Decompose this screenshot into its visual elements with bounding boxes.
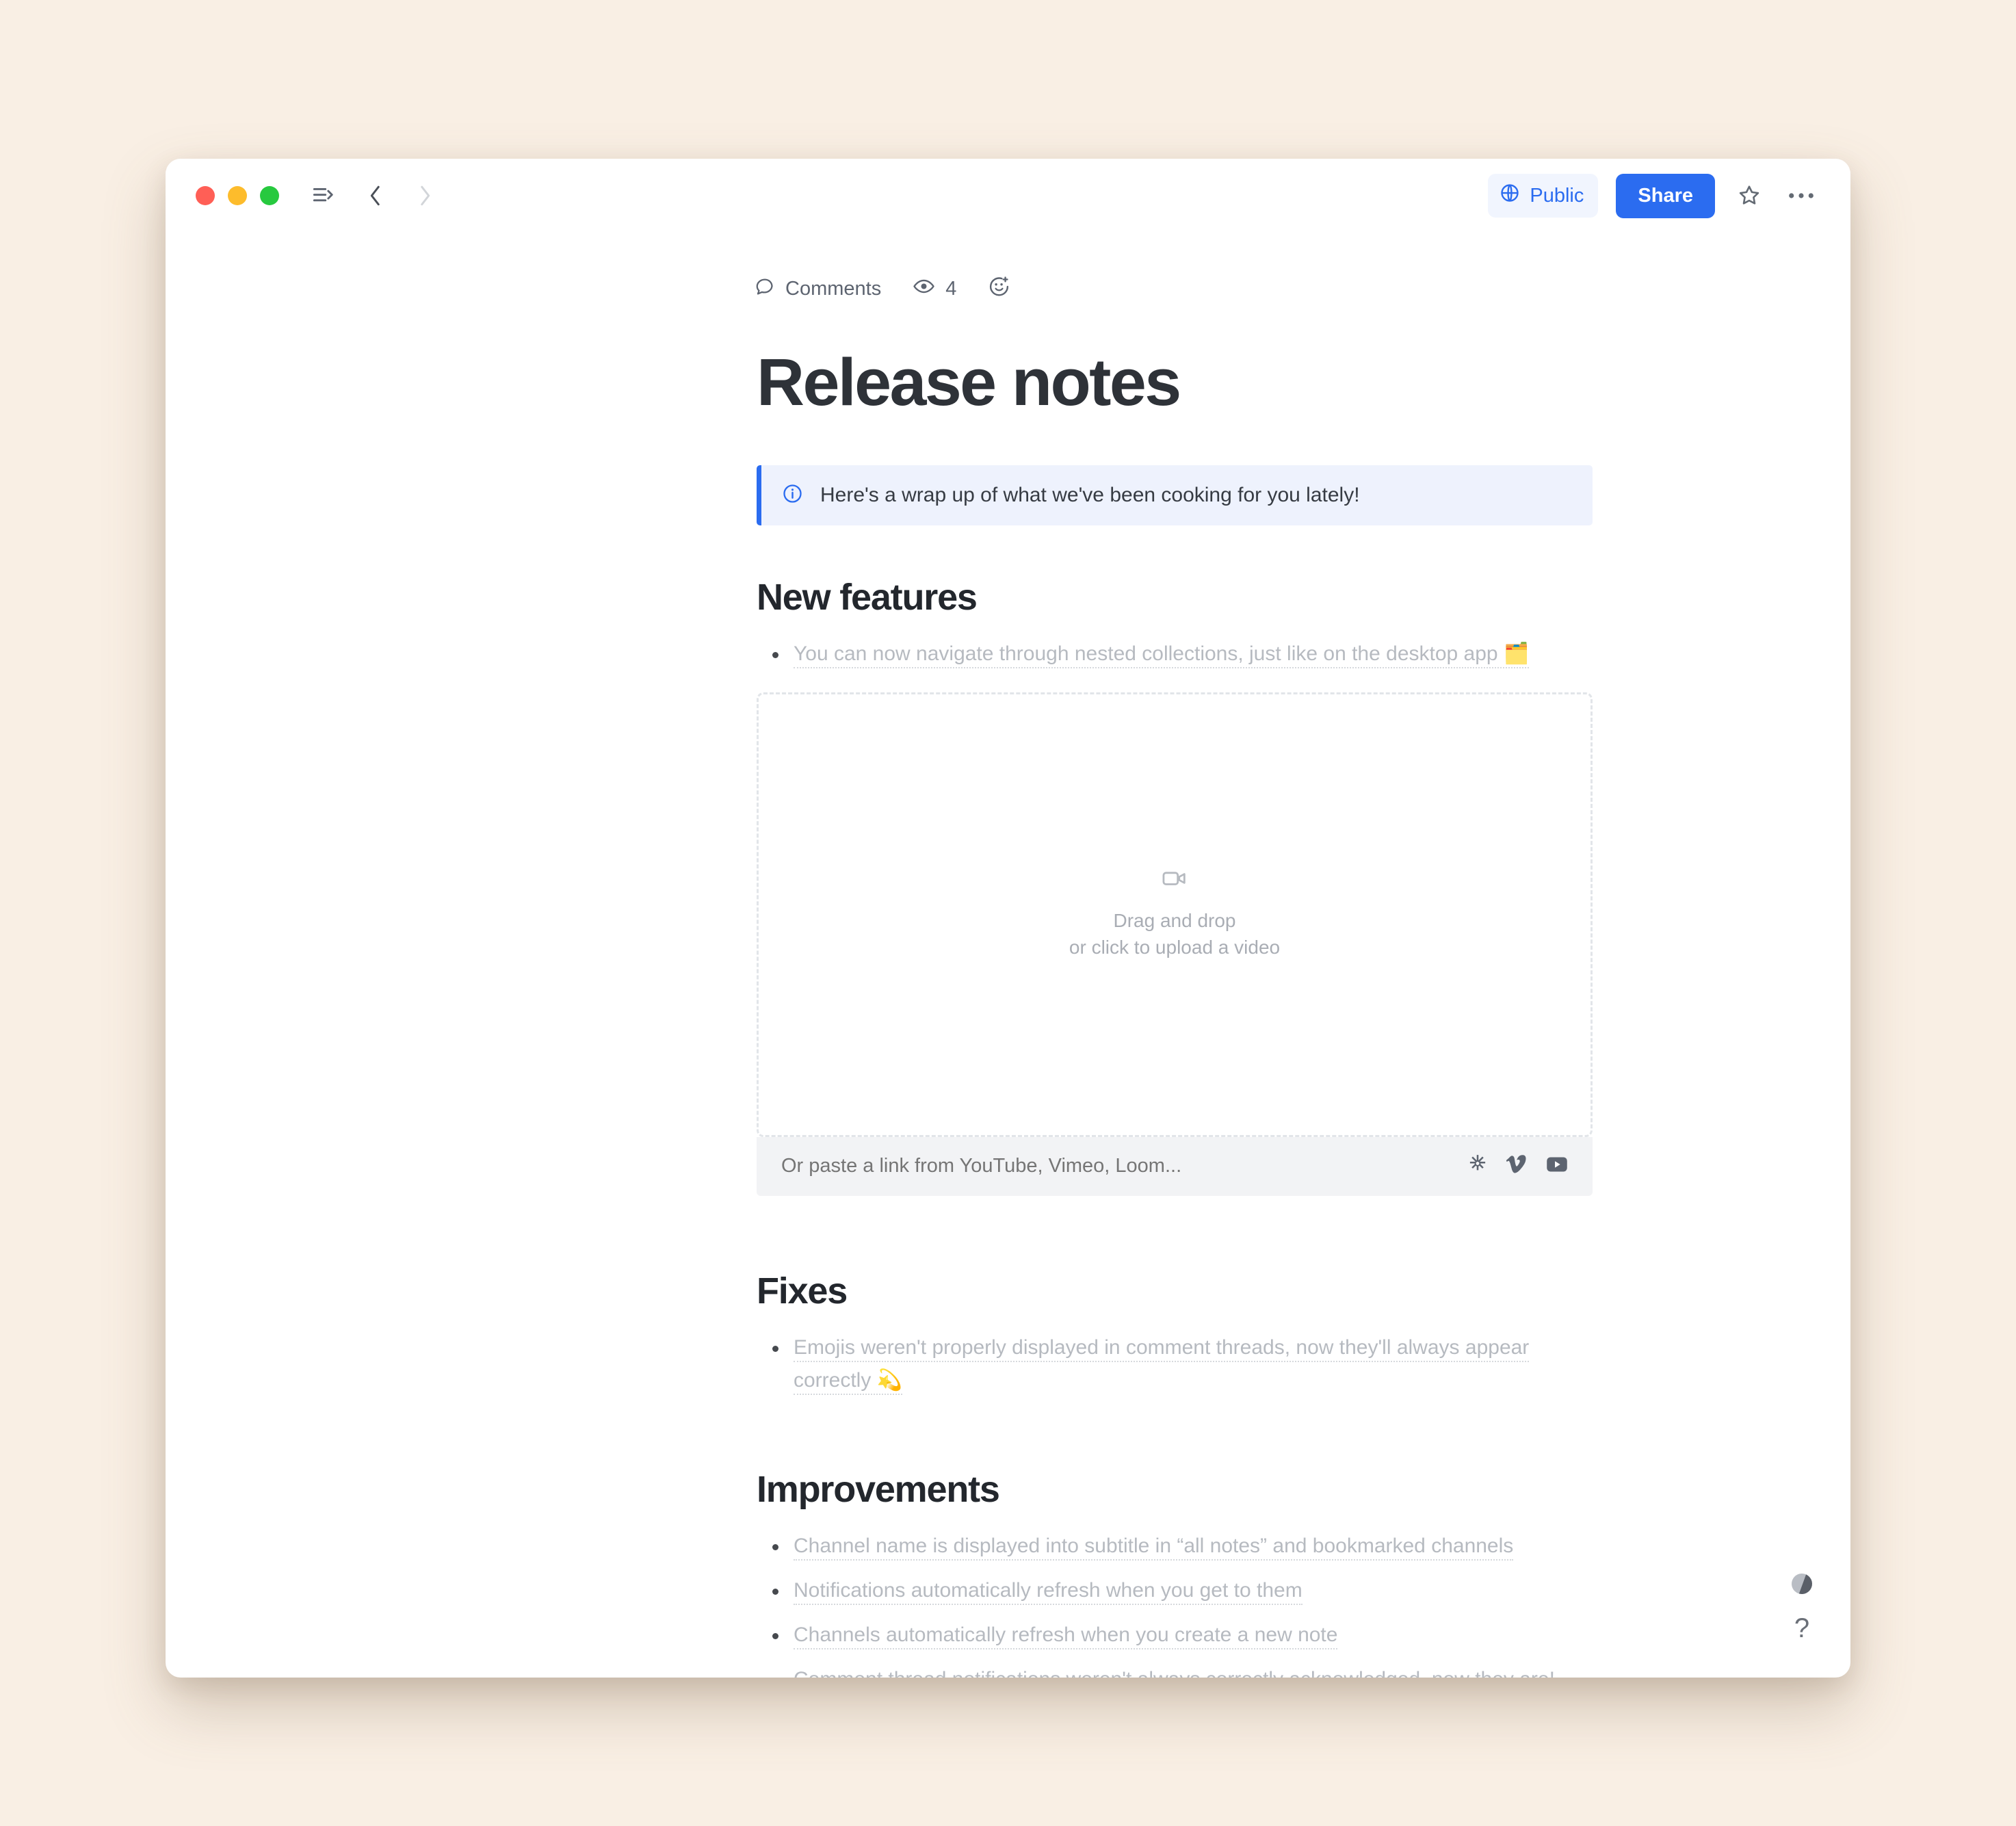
- maximize-window-button[interactable]: [260, 186, 279, 205]
- star-icon[interactable]: [1733, 179, 1766, 212]
- comments-label: Comments: [785, 278, 882, 300]
- views-count: 4: [945, 278, 957, 300]
- dizzy-emoji: 💫: [876, 1368, 903, 1392]
- list-item[interactable]: You can now navigate through nested coll…: [772, 638, 1593, 670]
- eye-icon: [913, 275, 935, 303]
- list-item[interactable]: Emojis weren't properly displayed in com…: [772, 1331, 1593, 1397]
- speech-bubble-icon: [754, 276, 775, 302]
- sidebar-toggle-icon[interactable]: [308, 181, 339, 210]
- dropzone-caption: Drag and drop or click to upload a video: [1069, 907, 1280, 962]
- list-item[interactable]: Channel name is displayed into subtitle …: [772, 1530, 1593, 1563]
- app-window: Public Share Comments 4 Release notes He…: [166, 159, 1850, 1678]
- visibility-label: Public: [1530, 184, 1584, 207]
- list-item[interactable]: Channels automatically refresh when you …: [772, 1619, 1593, 1652]
- add-reaction-button[interactable]: [982, 271, 1016, 307]
- youtube-icon[interactable]: [1546, 1156, 1568, 1176]
- forward-chevron-icon[interactable]: [412, 180, 438, 211]
- document-meta-row: Comments 4: [748, 271, 1593, 307]
- list-item-text: Notifications automatically refresh when…: [794, 1578, 1302, 1605]
- info-callout: Here's a wrap up of what we've been cook…: [757, 465, 1593, 525]
- video-link-input[interactable]: [781, 1155, 1467, 1178]
- callout-text: Here's a wrap up of what we've been cook…: [820, 483, 1360, 506]
- list-item-text: Channels automatically refresh when you …: [794, 1623, 1338, 1649]
- section-heading-new-features: New features: [757, 576, 978, 618]
- add-reaction-icon: [988, 275, 1010, 303]
- minimize-window-button[interactable]: [228, 186, 247, 205]
- list-item-text: Comment thread notifications weren't alw…: [794, 1667, 1555, 1678]
- list-item[interactable]: Notifications automatically refresh when…: [772, 1574, 1593, 1607]
- traffic-lights: [196, 186, 279, 205]
- help-icon[interactable]: ?: [1794, 1615, 1809, 1642]
- video-service-icons: [1467, 1153, 1568, 1179]
- globe-icon: [1500, 183, 1520, 209]
- dropzone-line-1: Drag and drop: [1113, 909, 1236, 931]
- desktop-background: Public Share Comments 4 Release notes He…: [0, 0, 2016, 1826]
- navigation-tools: [308, 180, 438, 211]
- info-icon: [782, 483, 803, 508]
- list-item-text: Channel name is displayed into subtitle …: [794, 1534, 1514, 1561]
- help-stack: ?: [1788, 1570, 1816, 1642]
- card-index-dividers-emoji: 🗂️: [1503, 642, 1530, 665]
- share-button[interactable]: Share: [1616, 173, 1715, 218]
- list-improvements: Channel name is displayed into subtitle …: [757, 1530, 1593, 1678]
- views-indicator[interactable]: 4: [907, 271, 962, 307]
- section-heading-fixes: Fixes: [757, 1270, 848, 1312]
- section-heading-improvements: Improvements: [757, 1468, 1000, 1510]
- list-item-text: You can now navigate through nested coll…: [794, 642, 1504, 665]
- list-item[interactable]: Comment thread notifications weren't alw…: [772, 1663, 1593, 1678]
- video-dropzone[interactable]: Drag and drop or click to upload a video: [757, 692, 1593, 1137]
- list-item-text: Emojis weren't properly displayed in com…: [794, 1335, 1530, 1392]
- titlebar-actions: Public Share: [1488, 173, 1819, 218]
- dropzone-line-2: or click to upload a video: [1069, 937, 1281, 958]
- comments-button[interactable]: Comments: [748, 272, 887, 306]
- window-titlebar: Public Share: [166, 159, 1850, 233]
- close-window-button[interactable]: [196, 186, 215, 205]
- document-area: Comments 4 Release notes Here's a wrap u…: [166, 271, 1850, 1678]
- list-new-features: You can now navigate through nested coll…: [757, 638, 1593, 670]
- status-badge[interactable]: [1788, 1570, 1816, 1597]
- back-chevron-icon[interactable]: [363, 180, 389, 211]
- vimeo-icon[interactable]: [1506, 1153, 1528, 1179]
- loom-icon[interactable]: [1467, 1153, 1489, 1179]
- ellipsis-icon[interactable]: [1783, 187, 1819, 205]
- visibility-public-button[interactable]: Public: [1488, 174, 1599, 218]
- video-camera-icon: [1162, 868, 1188, 892]
- list-fixes: Emojis weren't properly displayed in com…: [757, 1331, 1593, 1397]
- page-title: Release notes: [757, 345, 1181, 419]
- video-embed-block: Drag and drop or click to upload a video: [757, 692, 1593, 1196]
- video-paste-bar: [757, 1136, 1593, 1196]
